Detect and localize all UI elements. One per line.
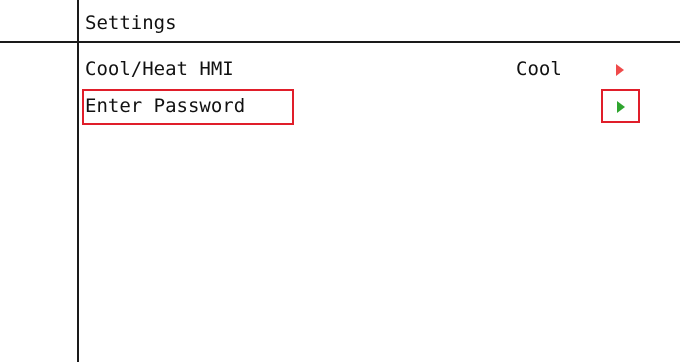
- page-title: Settings: [85, 12, 177, 34]
- play-arrow-icon[interactable]: [616, 64, 624, 76]
- play-arrow-icon[interactable]: [617, 101, 625, 113]
- left-divider: [77, 0, 79, 362]
- header-divider: [0, 41, 680, 43]
- cool-heat-hmi-value: Cool: [516, 58, 562, 80]
- settings-screen: Settings Cool/Heat HMI Cool Enter Passwo…: [0, 0, 680, 362]
- enter-password-label[interactable]: Enter Password: [85, 94, 245, 118]
- cool-heat-hmi-label: Cool/Heat HMI: [85, 58, 234, 80]
